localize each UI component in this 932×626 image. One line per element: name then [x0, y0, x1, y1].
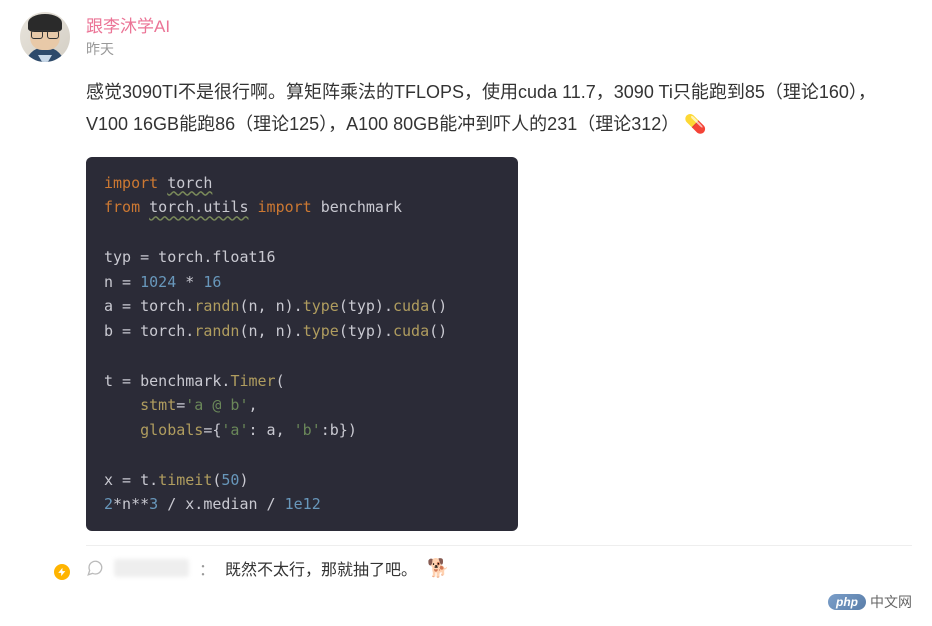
code-args: (n, n).: [239, 322, 302, 340]
code-text: x = t.: [104, 471, 158, 489]
code-op: *: [176, 273, 203, 291]
code-snippet: import torch from torch.utils import ben…: [86, 157, 518, 532]
code-paren: (: [276, 372, 285, 390]
code-text: n =: [104, 273, 140, 291]
code-args: (typ).: [339, 297, 393, 315]
code-text: t = benchmark.: [104, 372, 230, 390]
code-param: stmt: [140, 396, 176, 414]
code-number: 16: [203, 273, 221, 291]
post-timestamp: 昨天: [86, 39, 912, 59]
comment-bar: ： 既然不太行，那就抽了吧。 🐕: [86, 545, 912, 580]
code-module: torch: [167, 174, 212, 192]
post-body-text: 感觉3090TI不是很行啊。算矩阵乘法的TFLOPS，使用cuda 11.7，3…: [86, 77, 912, 141]
post-content: 跟李沐学AI 昨天 感觉3090TI不是很行啊。算矩阵乘法的TFLOPS，使用c…: [86, 12, 912, 580]
code-keyword: import: [104, 174, 158, 192]
avatar-container[interactable]: [20, 12, 70, 580]
code-number: 2: [104, 495, 113, 513]
code-number: 1024: [140, 273, 176, 291]
code-text: b = torch.: [104, 322, 194, 340]
code-text: (): [429, 297, 447, 315]
post-text-content: 感觉3090TI不是很行啊。算矩阵乘法的TFLOPS，使用cuda 11.7，3…: [86, 82, 876, 134]
code-function: type: [303, 297, 339, 315]
watermark: php 中文网: [828, 592, 912, 612]
code-text: ): [239, 471, 248, 489]
code-op: ={: [203, 421, 221, 439]
code-text: : a,: [249, 421, 294, 439]
code-function: cuda: [393, 297, 429, 315]
comment-text: 既然不太行，那就抽了吧。: [225, 556, 417, 580]
code-keyword: import: [258, 198, 312, 216]
code-string: 'b': [294, 421, 321, 439]
avatar: [20, 12, 70, 62]
dog-emoji-icon: 🐕: [427, 558, 449, 579]
code-module: torch.utils: [149, 198, 248, 216]
code-op: *n**: [113, 495, 149, 513]
code-keyword: from: [104, 198, 140, 216]
code-string: 'a': [221, 421, 248, 439]
code-function: randn: [194, 297, 239, 315]
code-number: 50: [221, 471, 239, 489]
code-text: ,: [249, 396, 258, 414]
code-number: 3: [149, 495, 158, 513]
code-identifier: benchmark: [321, 198, 402, 216]
code-function: type: [303, 322, 339, 340]
code-function: timeit: [158, 471, 212, 489]
watermark-brand-icon: php: [828, 594, 866, 610]
code-indent: [104, 396, 140, 414]
code-indent: [104, 421, 140, 439]
author-name[interactable]: 跟李沐学AI: [86, 12, 912, 37]
comment-icon[interactable]: [86, 559, 104, 577]
code-text: :b}): [321, 421, 357, 439]
code-text: a = torch.: [104, 297, 194, 315]
commenter-name-blurred[interactable]: [114, 559, 189, 577]
social-post: 跟李沐学AI 昨天 感觉3090TI不是很行啊。算矩阵乘法的TFLOPS，使用c…: [20, 12, 912, 580]
code-number: 1e12: [285, 495, 321, 513]
watermark-text: 中文网: [870, 592, 912, 612]
code-function: randn: [194, 322, 239, 340]
code-args: (n, n).: [239, 297, 302, 315]
code-line: typ = torch.float16: [104, 245, 500, 270]
code-param: globals: [140, 421, 203, 439]
code-string: 'a @ b': [185, 396, 248, 414]
commenter-colon: ：: [199, 556, 215, 580]
code-function: cuda: [393, 322, 429, 340]
code-op: / x.median /: [158, 495, 284, 513]
code-text: (): [429, 322, 447, 340]
verified-badge-icon: [52, 562, 72, 582]
code-function: Timer: [230, 372, 275, 390]
pill-emoji-icon: 💊: [684, 109, 706, 141]
code-op: =: [176, 396, 185, 414]
code-args: (typ).: [339, 322, 393, 340]
